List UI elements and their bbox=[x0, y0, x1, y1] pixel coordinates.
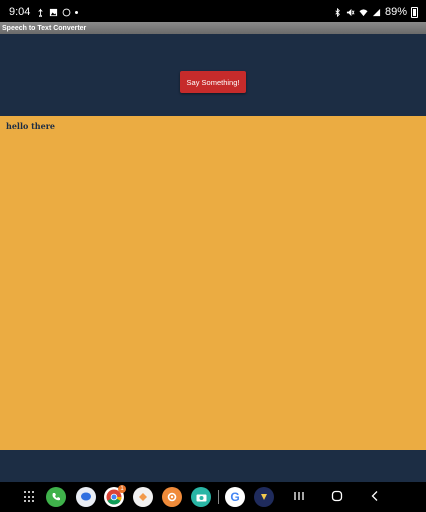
navigation-bar: 1 G bbox=[0, 482, 426, 512]
transcript-panel: hello there bbox=[0, 116, 426, 450]
google-icon[interactable]: G bbox=[225, 487, 245, 507]
app-drawer-icon[interactable] bbox=[24, 491, 36, 503]
notification-dot-icon bbox=[75, 10, 79, 14]
app-icon[interactable] bbox=[254, 487, 274, 507]
home-icon[interactable] bbox=[331, 490, 343, 505]
settings-icon[interactable] bbox=[162, 487, 182, 507]
messages-icon[interactable] bbox=[76, 487, 96, 507]
say-something-button[interactable]: Say Something! bbox=[180, 71, 246, 93]
recent-apps-icon[interactable] bbox=[293, 490, 305, 505]
camera-icon[interactable] bbox=[191, 487, 211, 507]
phone-icon[interactable] bbox=[46, 487, 66, 507]
battery-icon bbox=[411, 6, 418, 18]
chrome-notification-badge: 1 bbox=[118, 485, 126, 493]
transcript-text: hello there bbox=[6, 121, 56, 131]
status-bar: 9:04 89% bbox=[0, 0, 426, 24]
app-title: Speech to Text Converter bbox=[2, 24, 87, 32]
whatsapp-icon bbox=[63, 8, 71, 16]
gallery-icon[interactable] bbox=[133, 487, 153, 507]
image-icon bbox=[50, 8, 58, 16]
app-title-bar: Speech to Text Converter bbox=[0, 22, 426, 34]
footer-panel bbox=[0, 450, 426, 482]
battery-percent: 89% bbox=[384, 6, 407, 18]
wifi-icon bbox=[359, 8, 368, 16]
usb-icon bbox=[38, 8, 44, 17]
bluetooth-icon bbox=[335, 7, 340, 17]
signal-icon bbox=[372, 8, 381, 16]
back-icon[interactable] bbox=[369, 490, 381, 505]
dock-divider bbox=[218, 490, 219, 504]
status-time: 9:04 bbox=[9, 6, 31, 18]
mute-icon bbox=[346, 8, 355, 16]
